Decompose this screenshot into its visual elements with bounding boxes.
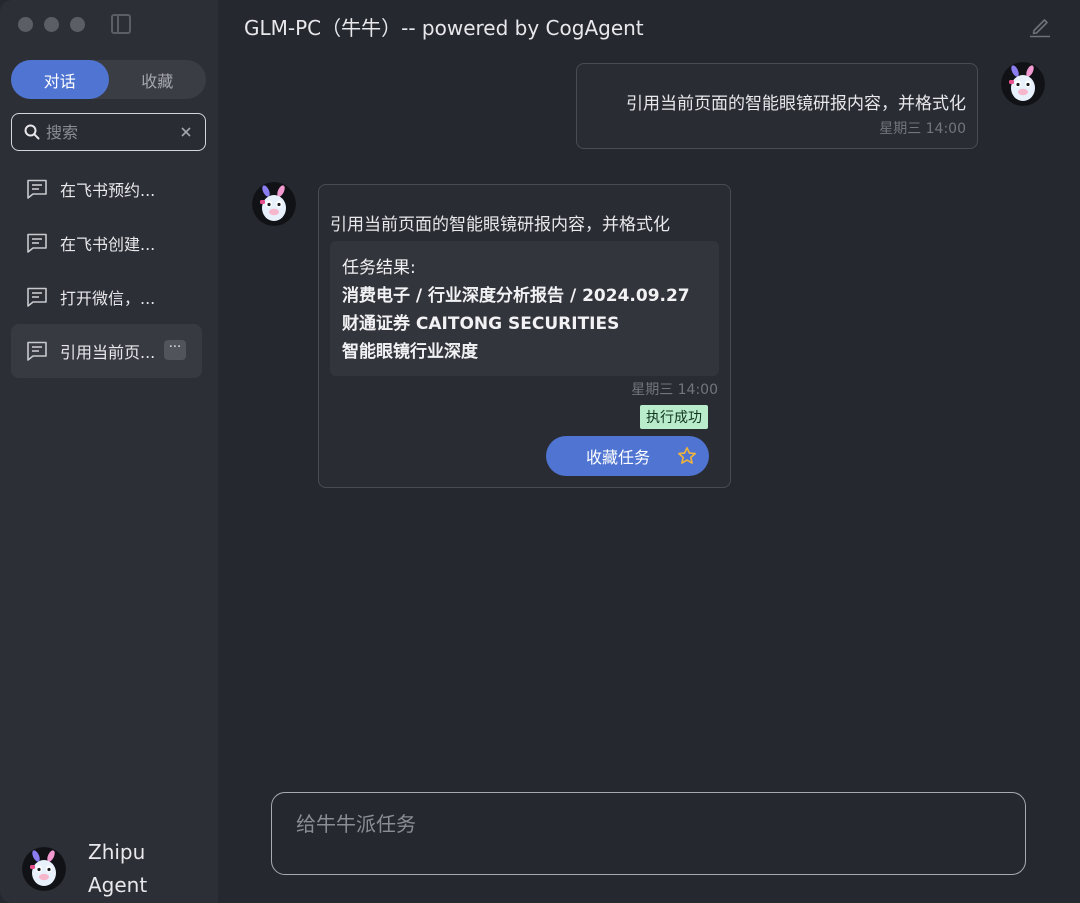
- bot-message-text: 引用当前页面的智能眼镜研报内容，并格式化: [330, 215, 670, 235]
- chat-bubble-icon: [27, 233, 47, 253]
- tab-chat[interactable]: 对话: [11, 60, 109, 99]
- window-title: GLM-PC（牛牛）-- powered by CogAgent: [244, 16, 644, 40]
- result-heading: 任务结果:: [342, 258, 416, 278]
- minimize-window-button[interactable]: [44, 17, 59, 32]
- user-message-bubble: 引用当前页面的智能眼镜研报内容，并格式化 星期三 14:00: [576, 63, 978, 149]
- tab-switcher: 对话 收藏: [11, 60, 206, 99]
- user-name: Zhipu Agent: [88, 840, 148, 897]
- sidebar: 对话 收藏 在飞书预约...: [0, 0, 218, 903]
- chat-bubble-icon: [27, 341, 47, 361]
- conversation-item-active[interactable]: 引用当前页... ···: [11, 324, 202, 378]
- window-controls: [18, 17, 85, 32]
- search-icon: [24, 124, 40, 140]
- tab-favorites[interactable]: 收藏: [109, 60, 207, 99]
- conversation-item[interactable]: 在飞书预约...: [11, 162, 202, 216]
- favorite-task-label: 收藏任务: [586, 448, 651, 467]
- avatar: [252, 182, 296, 226]
- search-box: [11, 113, 206, 151]
- task-input[interactable]: [294, 806, 998, 865]
- conversation-label: 在飞书预约...: [60, 181, 156, 200]
- status-badge: 执行成功: [640, 405, 708, 429]
- bot-message-time: 星期三 14:00: [631, 382, 718, 398]
- result-line: 智能眼镜行业深度: [342, 342, 478, 362]
- app-window: 对话 收藏 在飞书预约...: [0, 0, 1080, 903]
- search-input[interactable]: [40, 122, 181, 142]
- more-options-button[interactable]: ···: [164, 340, 186, 360]
- zoom-window-button[interactable]: [70, 17, 85, 32]
- conversation-label: 打开微信，...: [60, 289, 156, 308]
- result-line: 消费电子 / 行业深度分析报告 / 2024.09.27: [342, 286, 690, 306]
- task-composer: [271, 792, 1026, 875]
- avatar: [22, 847, 66, 891]
- user-profile[interactable]: Zhipu Agent: [22, 836, 158, 902]
- star-icon: [678, 447, 696, 464]
- user-message-time: 星期三 14:00: [879, 121, 966, 137]
- task-result-box: 任务结果: 消费电子 / 行业深度分析报告 / 2024.09.27 财通证券 …: [330, 241, 719, 376]
- new-chat-edit-icon[interactable]: [1029, 14, 1051, 38]
- conversation-item[interactable]: 在飞书创建...: [11, 216, 202, 270]
- user-message-text: 引用当前页面的智能眼镜研报内容，并格式化: [626, 94, 966, 114]
- conversation-label: 在飞书创建...: [60, 235, 156, 254]
- bot-message-bubble: 引用当前页面的智能眼镜研报内容，并格式化 任务结果: 消费电子 / 行业深度分析…: [318, 184, 731, 488]
- avatar: [1001, 62, 1045, 106]
- conversation-list: 在飞书预约... 在飞书创建... 打开微信，... 引用当前页... ···: [11, 162, 202, 378]
- chat-bubble-icon: [27, 179, 47, 199]
- close-window-button[interactable]: [18, 17, 33, 32]
- conversation-label: 引用当前页...: [60, 343, 156, 362]
- result-line: 财通证券 CAITONG SECURITIES: [342, 314, 620, 334]
- sidebar-toggle-icon[interactable]: [111, 14, 131, 34]
- chat-bubble-icon: [27, 287, 47, 307]
- conversation-item[interactable]: 打开微信，...: [11, 270, 202, 324]
- favorite-task-button[interactable]: 收藏任务: [546, 436, 709, 476]
- clear-search-icon[interactable]: [181, 127, 191, 137]
